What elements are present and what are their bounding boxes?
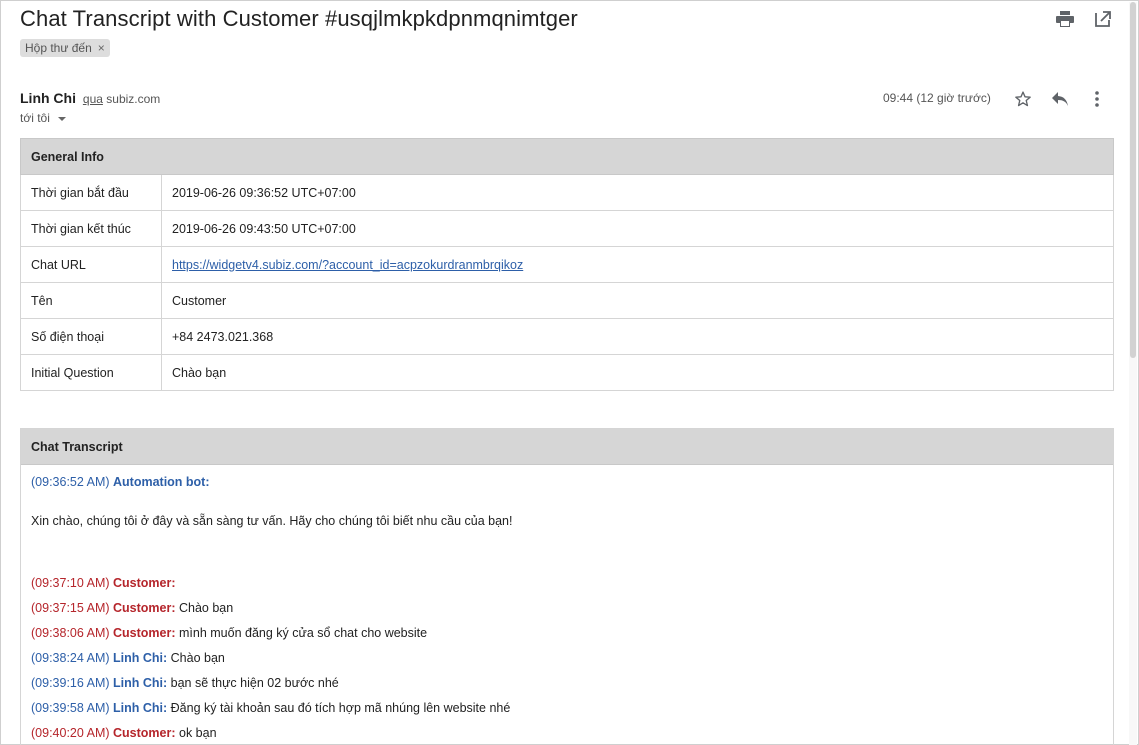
message-author: Linh Chi:	[113, 651, 168, 665]
message-text: bạn sẽ thực hiện 02 bước nhé	[170, 676, 339, 690]
message-time: (09:37:10 AM)	[31, 576, 110, 590]
table-row: Tên Customer	[20, 282, 1114, 319]
more-vertical-icon[interactable]	[1088, 89, 1106, 109]
sender-line: Linh Chi qua subiz.com	[20, 90, 160, 106]
caret-down-icon	[57, 117, 66, 121]
via-link[interactable]: qua	[83, 92, 103, 106]
scrollbar-thumb[interactable]	[1130, 2, 1136, 358]
email-view: Chat Transcript with Customer #usqjlmkpk…	[0, 0, 1139, 745]
list-item: (09:40:20 AM) Customer: ok bạn	[31, 725, 217, 741]
open-in-new-icon[interactable]	[1094, 9, 1112, 29]
info-value: 2019-06-26 09:43:50 UTC+07:00	[161, 210, 1114, 247]
info-value: 2019-06-26 09:36:52 UTC+07:00	[161, 174, 1114, 211]
message-text: Chào bạn	[170, 651, 225, 665]
message-author: Automation bot:	[113, 475, 210, 489]
remove-label-icon[interactable]: ×	[98, 39, 105, 57]
label-chip-text: Hộp thư đến	[25, 41, 92, 55]
info-value: +84 2473.021.368	[161, 318, 1114, 355]
scrollbar[interactable]	[1129, 2, 1137, 745]
message-time: (09:38:24 AM)	[31, 651, 110, 665]
message-time: (09:36:52 AM)	[31, 475, 110, 489]
message-author: Customer:	[113, 726, 176, 740]
info-key: Tên	[20, 282, 162, 319]
table-row: Initial Question Chào bạn	[20, 354, 1114, 391]
info-value: Customer	[161, 282, 1114, 319]
chat-transcript-title: Chat Transcript	[21, 429, 1113, 465]
general-info-title: General Info	[20, 138, 1114, 175]
sender-name[interactable]: Linh Chi	[20, 90, 76, 106]
info-value: Chào bạn	[161, 354, 1114, 391]
recipient-text: tới tôi	[20, 111, 50, 125]
message-time: (09:38:06 AM)	[31, 626, 110, 640]
received-time: 09:44 (12 giờ trước)	[883, 91, 991, 105]
message-text: Chào bạn	[179, 601, 234, 615]
message-actions	[1014, 89, 1106, 109]
list-item: (09:38:06 AM) Customer: mình muốn đăng k…	[31, 625, 427, 641]
print-icon[interactable]	[1056, 9, 1074, 29]
message-time: (09:37:15 AM)	[31, 601, 110, 615]
table-row: Chat URL https://widgetv4.subiz.com/?acc…	[20, 246, 1114, 283]
info-key: Chat URL	[20, 246, 162, 283]
top-toolbar	[1056, 9, 1112, 29]
message-text: ok bạn	[179, 726, 217, 740]
general-info-header-row: General Info	[20, 138, 1114, 175]
info-key: Thời gian bắt đầu	[20, 174, 162, 211]
inbox-label-chip[interactable]: Hộp thư đến ×	[20, 39, 110, 57]
list-item: (09:39:16 AM) Linh Chi: bạn sẽ thực hiện…	[31, 675, 339, 691]
message-author: Customer:	[113, 601, 176, 615]
star-icon[interactable]	[1014, 89, 1032, 109]
list-item: (09:37:15 AM) Customer: Chào bạn	[31, 600, 233, 616]
message-time: (09:40:20 AM)	[31, 726, 110, 740]
message-text: mình muốn đăng ký cửa sổ chat cho websit…	[179, 626, 428, 640]
table-row: Thời gian bắt đầu 2019-06-26 09:36:52 UT…	[20, 174, 1114, 211]
message-time: (09:39:58 AM)	[31, 701, 110, 715]
via-domain: subiz.com	[106, 92, 161, 106]
table-row: Thời gian kết thúc 2019-06-26 09:43:50 U…	[20, 210, 1114, 247]
general-info-table: General Info Thời gian bắt đầu 2019-06-2…	[20, 138, 1114, 391]
info-key: Initial Question	[20, 354, 162, 391]
message-text: Đăng ký tài khoản sau đó tích hợp mã nhú…	[170, 701, 511, 715]
email-subject: Chat Transcript with Customer #usqjlmkpk…	[20, 6, 578, 31]
message-author: Linh Chi:	[113, 676, 168, 690]
chat-transcript: Chat Transcript (09:36:52 AM) Automation…	[20, 428, 1114, 745]
bot-message-header: (09:36:52 AM) Automation bot:	[31, 474, 210, 490]
message-author: Customer:	[113, 626, 176, 640]
bot-message-body: Xin chào, chúng tôi ở đây và sẵn sàng tư…	[31, 513, 512, 529]
reply-icon[interactable]	[1051, 89, 1069, 109]
message-text: Xin chào, chúng tôi ở đây và sẵn sàng tư…	[31, 514, 513, 528]
table-row: Số điện thoại +84 2473.021.368	[20, 318, 1114, 355]
message-author: Customer:	[113, 576, 176, 590]
chat-url-link[interactable]: https://widgetv4.subiz.com/?account_id=a…	[172, 258, 523, 272]
info-value: https://widgetv4.subiz.com/?account_id=a…	[161, 246, 1114, 283]
recipient-toggle[interactable]: tới tôi	[20, 111, 66, 125]
info-key: Số điện thoại	[20, 318, 162, 355]
list-item: (09:38:24 AM) Linh Chi: Chào bạn	[31, 650, 225, 666]
via-text: qua subiz.com	[83, 92, 160, 106]
message-time: (09:39:16 AM)	[31, 676, 110, 690]
list-item: (09:37:10 AM) Customer:	[31, 575, 176, 591]
message-author: Linh Chi:	[113, 701, 168, 715]
info-key: Thời gian kết thúc	[20, 210, 162, 247]
list-item: (09:39:58 AM) Linh Chi: Đăng ký tài khoả…	[31, 700, 510, 716]
